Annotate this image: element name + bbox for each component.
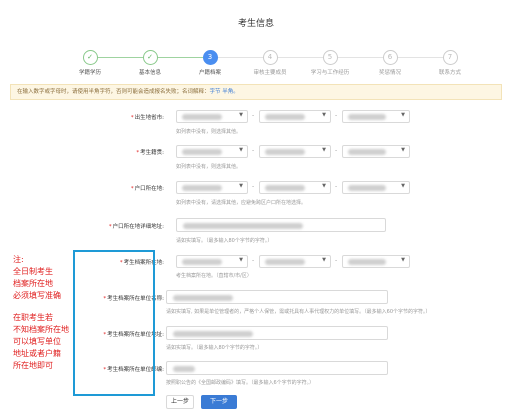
- annotation-line: 必须填写准确: [13, 291, 61, 300]
- separator-dash: -: [252, 257, 255, 264]
- birthplace-district-select[interactable]: ▼: [342, 110, 410, 123]
- hukou-hint: 如列表中没有，请选择其他，应避免跨区户口所在地选择。: [176, 200, 307, 206]
- annotation-line: 档案所在地: [13, 279, 53, 288]
- archive-unit-hint: 请如实填写, 如果是单位管理者的，严格个人保管，需或托具有人事代理权力的单位填写…: [166, 309, 431, 315]
- separator-dash: -: [252, 112, 255, 119]
- native-district-select[interactable]: ▼: [342, 145, 410, 158]
- chevron-down-icon: ▼: [239, 183, 243, 189]
- chevron-down-icon: ▼: [239, 147, 243, 153]
- step-family-members: 4 审核主要成员: [240, 50, 300, 76]
- archive-address-hint: 请如实填写。（最多输入80个字节的字符。）: [166, 345, 263, 351]
- notice-link[interactable]: 字节 半角。: [210, 89, 239, 95]
- hukou-district-select[interactable]: ▼: [342, 181, 410, 194]
- chevron-down-icon: ▼: [401, 257, 405, 263]
- native-province-select[interactable]: ▼: [176, 145, 248, 158]
- separator-dash: -: [335, 147, 338, 154]
- step-label: 审核主要成员: [253, 70, 287, 76]
- step-basic-info[interactable]: ✓ 基本信息: [120, 50, 180, 76]
- step-rewards: 6 奖惩情况: [360, 50, 420, 76]
- archive-unit-input[interactable]: [166, 290, 388, 304]
- notice-text: 在输入数字或字母时，请使用半角字符，否则可能会造成报名失败；名词解释：: [17, 89, 210, 95]
- chevron-down-icon: ▼: [322, 112, 326, 118]
- archive-location-hint: 考生档案所在地。（直辖市/市/区）: [176, 273, 252, 279]
- step-contact: 7 联系方式: [420, 50, 480, 76]
- step-label: 基本信息: [138, 70, 161, 76]
- separator-dash: -: [335, 112, 338, 119]
- annotation-line: 在职考生若: [13, 313, 53, 322]
- step-number: 4: [262, 50, 278, 65]
- birthplace-city-select[interactable]: ▼: [259, 110, 331, 123]
- chevron-down-icon: ▼: [322, 257, 326, 263]
- hukou-province-select[interactable]: ▼: [176, 181, 248, 194]
- hukou-address-label: *户口所在地详细地址:: [108, 224, 164, 230]
- check-icon: ✓: [142, 50, 158, 65]
- chevron-down-icon: ▼: [239, 257, 243, 263]
- hukou-city-select[interactable]: ▼: [259, 181, 331, 194]
- chevron-down-icon: ▼: [322, 147, 326, 153]
- step-number: 6: [382, 50, 398, 65]
- progress-stepper: ✓ 学籍学历 ✓ 基本信息 3 户籍档案 4 审核主要成员 5 学习与工作经历 …: [60, 50, 480, 80]
- birthplace-label: *出生地省市:: [130, 115, 164, 121]
- hukou-address-input[interactable]: [176, 218, 386, 232]
- step-education[interactable]: ✓ 学籍学历: [60, 50, 120, 76]
- annotation-line: 可以填写单位: [13, 337, 61, 346]
- step-number: 5: [322, 50, 338, 65]
- step-household-archive[interactable]: 3 户籍档案: [180, 50, 240, 76]
- hukou-label: *户口所在地:: [130, 186, 164, 192]
- separator-dash: -: [252, 183, 255, 190]
- separator-dash: -: [335, 257, 338, 264]
- step-number: 7: [442, 50, 458, 65]
- annotation-highlight-box: [73, 250, 155, 396]
- native-city-select[interactable]: ▼: [259, 145, 331, 158]
- step-label: 奖惩情况: [378, 70, 401, 76]
- native-place-label: *考生籍贯:: [136, 150, 164, 156]
- separator-dash: -: [335, 183, 338, 190]
- chevron-down-icon: ▼: [401, 112, 405, 118]
- page-title: 考生信息: [237, 19, 274, 29]
- next-step-button[interactable]: 下一步: [201, 395, 237, 409]
- archive-city-select[interactable]: ▼: [259, 255, 331, 268]
- hukou-address-hint: 请如实填写。（最多输入80个字节的字符。）: [176, 238, 273, 244]
- annotation-line: 全日制考生: [13, 267, 53, 276]
- previous-step-button[interactable]: 上一步: [166, 395, 194, 409]
- step-label: 学习与工作经历: [310, 70, 350, 76]
- chevron-down-icon: ▼: [401, 183, 405, 189]
- annotation-line: 所在地即可: [13, 361, 53, 370]
- archive-province-select[interactable]: ▼: [176, 255, 248, 268]
- step-study-work: 5 学习与工作经历: [300, 50, 360, 76]
- step-number: 3: [202, 50, 218, 65]
- step-label: 户籍档案: [198, 70, 221, 76]
- halfwidth-notice: 在输入数字或字母时，请使用半角字符，否则可能会造成报名失败；名词解释：字节 半角…: [10, 84, 502, 100]
- birthplace-province-select[interactable]: ▼: [176, 110, 248, 123]
- birthplace-hint: 如列表中没有，则选择其他。: [176, 129, 242, 135]
- archive-postcode-hint: 按照职公告的《全国邮政编码》填写。（最多输入6个字节的字符。）: [166, 380, 315, 386]
- chevron-down-icon: ▼: [239, 112, 243, 118]
- archive-address-input[interactable]: [166, 326, 388, 340]
- step-label: 学籍学历: [78, 70, 101, 76]
- archive-district-select[interactable]: ▼: [342, 255, 410, 268]
- chevron-down-icon: ▼: [401, 147, 405, 153]
- native-place-hint: 如列表中没有，则选择其他。: [176, 164, 242, 170]
- archive-postcode-input[interactable]: [166, 361, 388, 375]
- annotation-line: 不知档案所在地: [13, 325, 69, 334]
- annotation-line: 注:: [13, 255, 24, 264]
- check-icon: ✓: [82, 50, 98, 65]
- step-label: 联系方式: [438, 70, 461, 76]
- separator-dash: -: [252, 147, 255, 154]
- chevron-down-icon: ▼: [322, 183, 326, 189]
- annotation-line: 地址或者户籍: [13, 349, 61, 358]
